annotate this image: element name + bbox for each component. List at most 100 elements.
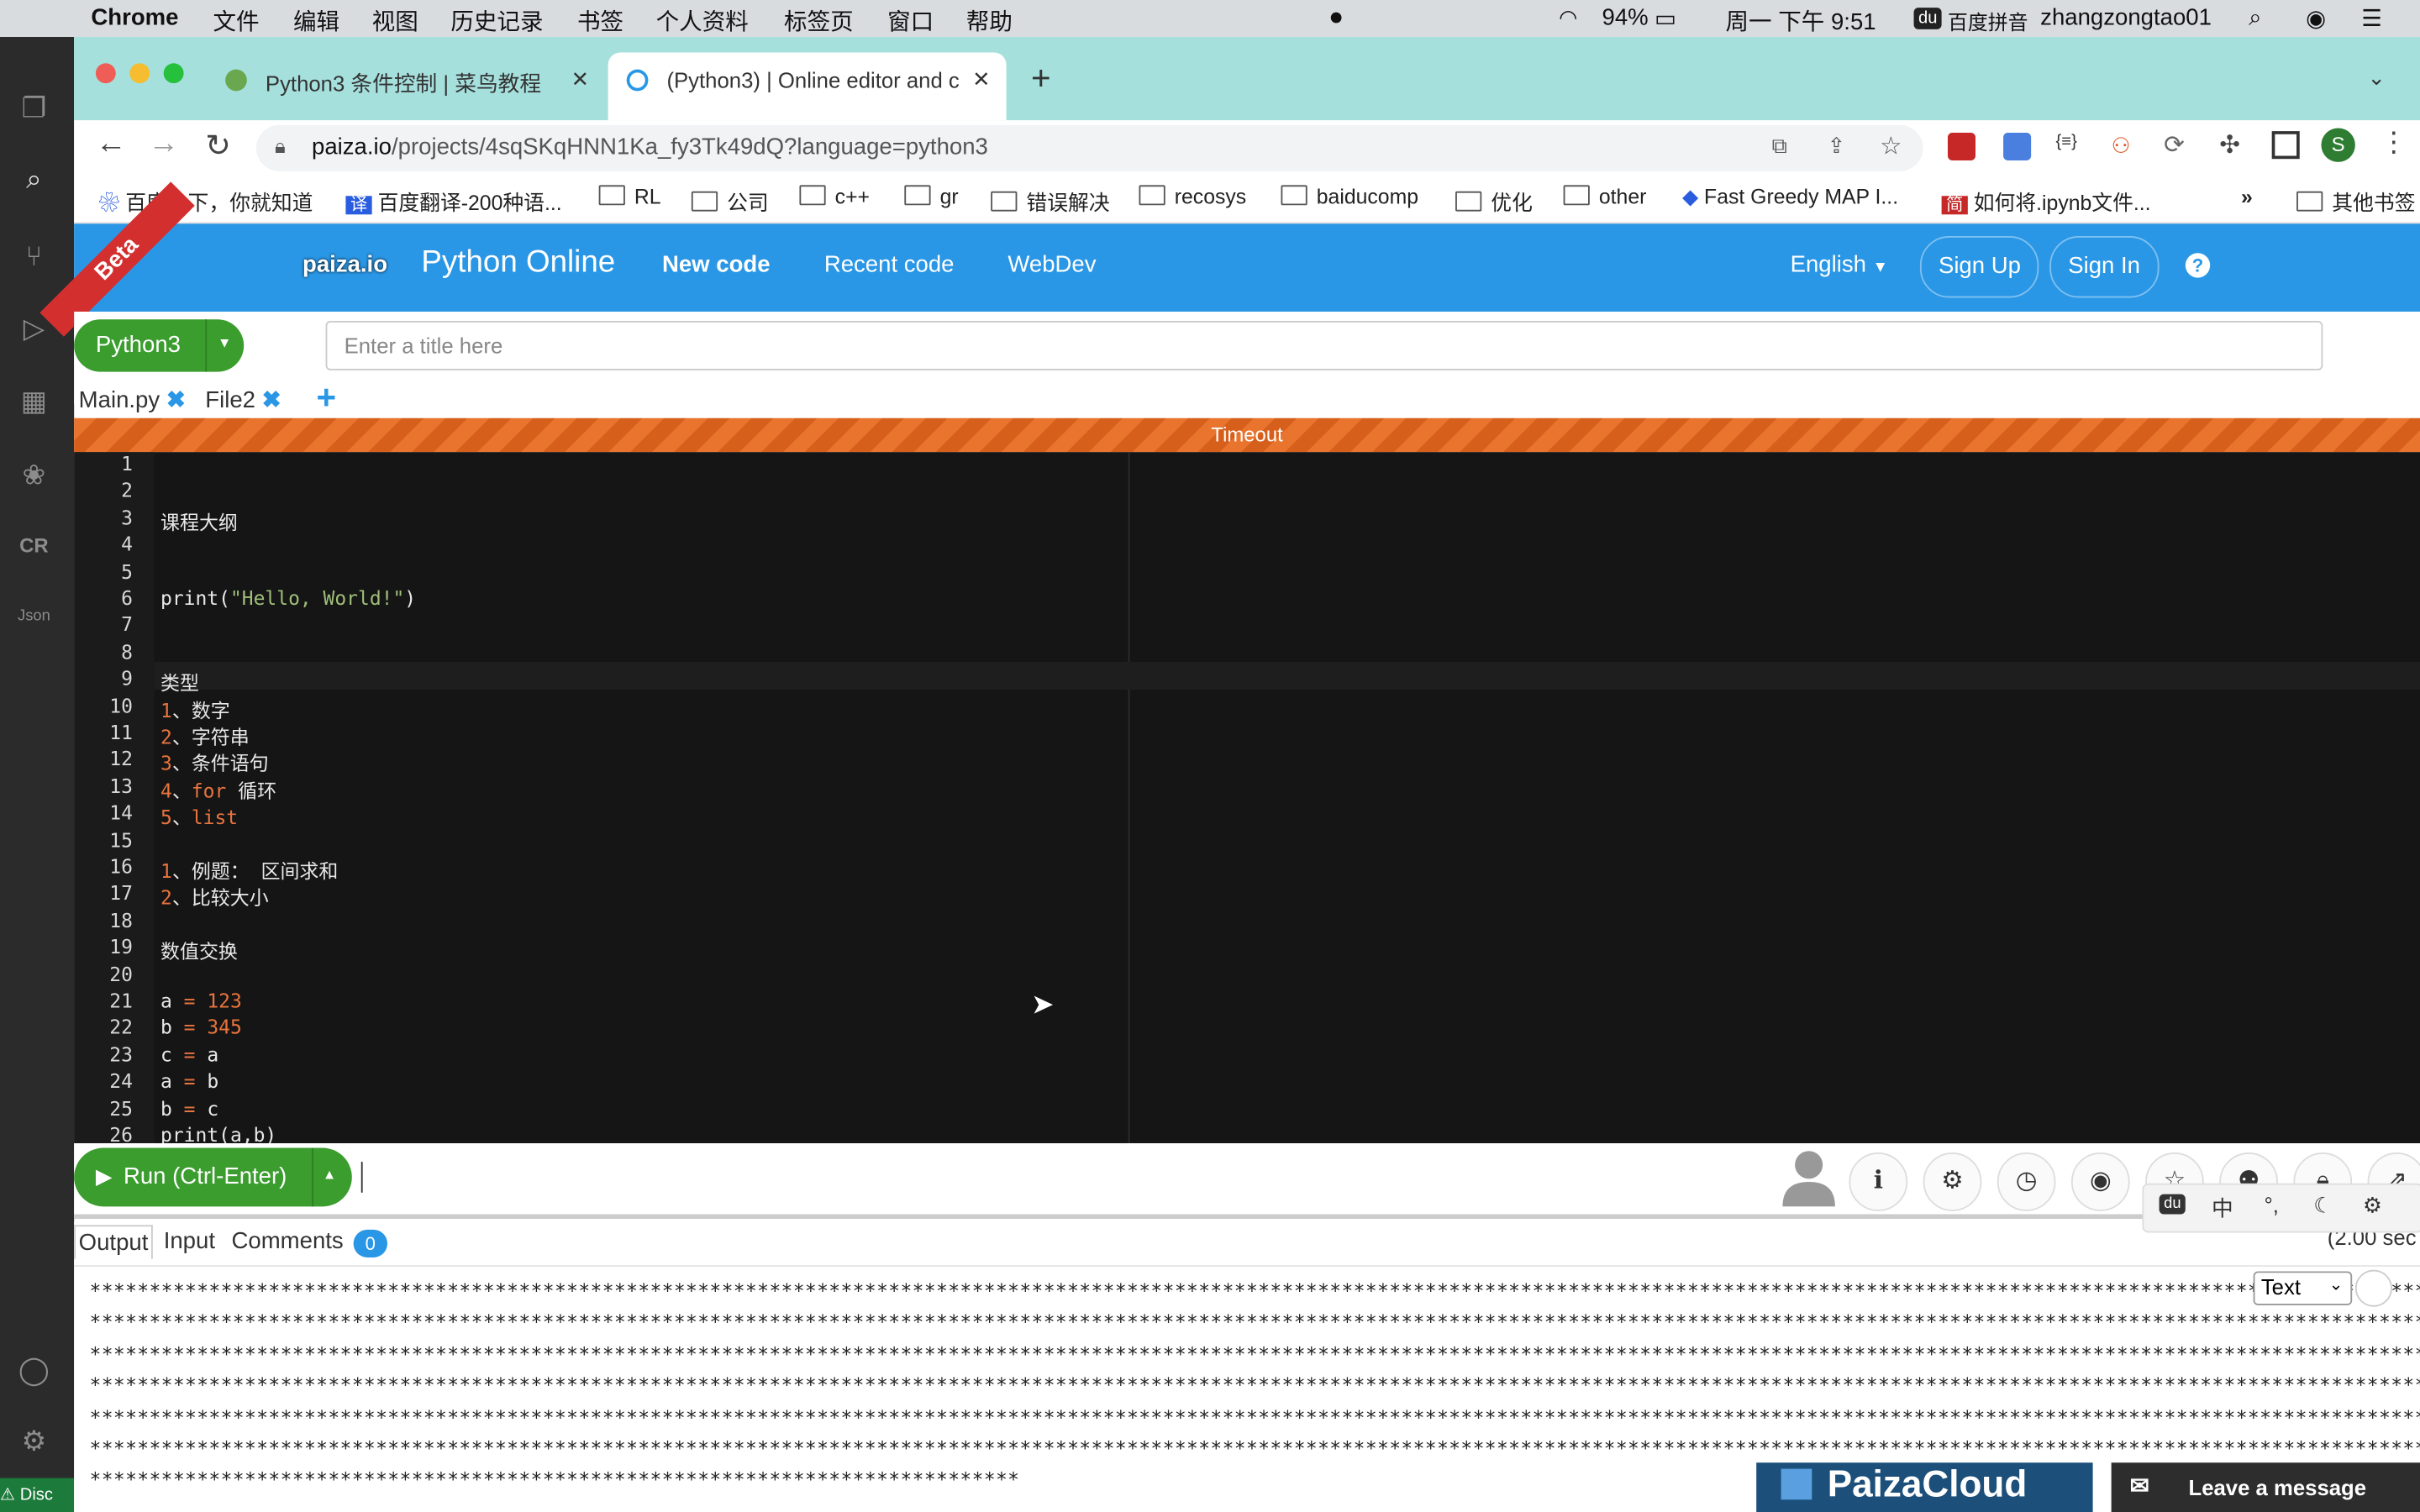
caret-up-icon[interactable]: ▲ bbox=[323, 1167, 336, 1182]
bookmark-baidu[interactable]: ❀ 百度一下，你就知道 bbox=[99, 185, 313, 216]
clock[interactable]: 周一 下午 9:51 bbox=[1725, 5, 1876, 38]
code-line[interactable]: c = a bbox=[160, 1042, 218, 1066]
wifi-icon[interactable]: ◠ bbox=[1559, 5, 1577, 31]
ime-punctuation-button[interactable]: °, bbox=[2264, 1193, 2278, 1217]
source-control-icon[interactable]: ⑂ bbox=[15, 238, 52, 275]
bookmark-folder-cpp[interactable]: c++ bbox=[799, 185, 870, 208]
cr-icon[interactable]: CR bbox=[15, 528, 52, 564]
user-avatar-icon[interactable] bbox=[1781, 1148, 1837, 1207]
maximize-window-button[interactable] bbox=[163, 63, 184, 84]
bookmark-ipynb[interactable]: 简 如何将.ipynb文件... bbox=[1941, 185, 2151, 216]
bookmark-folder-rl[interactable]: RL bbox=[598, 185, 661, 208]
puzzle-icon[interactable]: ✣ bbox=[2219, 129, 2240, 160]
tab-close-icon[interactable]: ✕ bbox=[571, 66, 590, 92]
tab-close-icon[interactable]: ✕ bbox=[972, 66, 991, 92]
translate-extension-icon[interactable] bbox=[2003, 132, 2032, 161]
menu-app-name[interactable]: Chrome bbox=[91, 5, 178, 31]
menu-history[interactable]: 历史记录 bbox=[450, 5, 543, 38]
bookmark-folder-other[interactable]: other bbox=[1563, 185, 1646, 208]
github-icon[interactable]: ◉ bbox=[2070, 1152, 2130, 1211]
code-line[interactable]: 2、比较大小 bbox=[160, 881, 269, 911]
bookmark-greedy-map[interactable]: ◆ Fast Greedy MAP I... bbox=[1682, 185, 1898, 209]
ime-settings-icon[interactable]: ⚙ bbox=[2363, 1193, 2382, 1219]
info-icon[interactable]: ℹ bbox=[1849, 1152, 1908, 1211]
extensions-icon[interactable]: ▦ bbox=[15, 383, 52, 420]
profile-avatar[interactable]: S bbox=[2321, 128, 2355, 162]
code-line[interactable]: 4、for 循环 bbox=[160, 774, 276, 804]
title-input[interactable]: Enter a title here bbox=[325, 321, 2323, 370]
language-dropdown[interactable]: English ▼ bbox=[1791, 251, 1888, 277]
tab-runoob[interactable]: Python3 条件控制 | 菜鸟教程 ✕ bbox=[203, 52, 608, 120]
close-file-icon[interactable]: ✖ bbox=[166, 387, 186, 413]
settings-icon[interactable]: ⚙ bbox=[1923, 1152, 1982, 1211]
menu-window[interactable]: 窗口 bbox=[887, 5, 934, 38]
sign-up-button[interactable]: Sign Up bbox=[1919, 236, 2040, 298]
ime-mode-button[interactable]: 中 bbox=[2212, 1193, 2233, 1224]
sync-extension-icon[interactable]: ⟳ bbox=[2164, 129, 2185, 160]
account-icon[interactable]: ◯ bbox=[15, 1352, 52, 1389]
tab-paiza[interactable]: (Python3) | Online editor and c ✕ bbox=[608, 52, 1007, 121]
menu-view[interactable]: 视图 bbox=[372, 5, 418, 38]
ime-toolbar[interactable]: du 中 °, ☾ ⚙ bbox=[2142, 1183, 2420, 1233]
user-name[interactable]: zhangzongtao01 bbox=[2040, 5, 2212, 31]
lock-icon[interactable]: 🔒︎ bbox=[275, 134, 286, 159]
file-tab-file2[interactable]: File2 ✖ bbox=[205, 386, 281, 413]
menu-file[interactable]: 文件 bbox=[213, 5, 259, 38]
nav-recent-code[interactable]: Recent code bbox=[824, 251, 955, 277]
sidepanel-icon[interactable] bbox=[2271, 131, 2300, 160]
bookmark-star-icon[interactable]: ☆ bbox=[1880, 131, 1902, 162]
bookmark-folder-errors[interactable]: 错误解决 bbox=[991, 185, 1110, 216]
paw-icon[interactable]: ❀ bbox=[15, 457, 52, 494]
caret-down-icon[interactable]: ▼ bbox=[218, 335, 231, 350]
history-clock-icon[interactable]: ◷ bbox=[1996, 1152, 2056, 1211]
search-icon[interactable]: ⌕ bbox=[15, 160, 52, 197]
add-file-button[interactable]: + bbox=[317, 378, 337, 418]
bookmark-folder-baiducomp[interactable]: baiducomp bbox=[1281, 185, 1418, 208]
language-button[interactable]: Python3 ▼ bbox=[74, 319, 245, 372]
bookmarks-overflow-button[interactable]: » bbox=[2241, 185, 2253, 208]
share-icon[interactable]: ⇪ bbox=[1828, 133, 1846, 159]
omnibox[interactable]: 🔒︎ paiza.io/projects/4sqSKqHNN1Ka_fy3Tk4… bbox=[255, 124, 1923, 171]
json-icon[interactable]: Json bbox=[15, 599, 52, 636]
baidu-ime-icon[interactable]: du bbox=[1913, 8, 1943, 29]
siri-icon[interactable]: ◉ bbox=[2306, 5, 2326, 32]
menu-tabs[interactable]: 标签页 bbox=[784, 5, 854, 38]
code-line[interactable]: a = b bbox=[160, 1069, 218, 1093]
code-line[interactable]: print("Hello, World!") bbox=[160, 586, 416, 610]
settings-gear-icon[interactable]: ⚙ bbox=[15, 1422, 52, 1459]
close-window-button[interactable] bbox=[95, 63, 116, 84]
code-line[interactable]: 1、例题： 区间求和 bbox=[160, 855, 338, 885]
tab-input[interactable]: Input bbox=[164, 1228, 215, 1254]
output-format-select[interactable]: Text ⌄ bbox=[2253, 1271, 2353, 1305]
record-icon[interactable]: ⏺ bbox=[1330, 5, 1342, 31]
bookmark-folder-company[interactable]: 公司 bbox=[691, 185, 769, 216]
paiza-logo[interactable]: paiza.io bbox=[302, 251, 387, 277]
url-text[interactable]: paiza.io/projects/4sqSKqHNN1Ka_fy3Tk49dQ… bbox=[312, 134, 988, 160]
menu-edit[interactable]: 编辑 bbox=[293, 5, 339, 38]
code-line[interactable]: a = 123 bbox=[160, 989, 242, 1012]
code-line[interactable]: 5、list bbox=[160, 801, 238, 831]
bookmark-folder-recosys[interactable]: recosys bbox=[1139, 185, 1246, 208]
spotlight-icon[interactable]: ⌕ bbox=[2249, 5, 2261, 31]
code-line[interactable]: 数值交换 bbox=[160, 935, 238, 964]
pdf-extension-icon[interactable] bbox=[1947, 132, 1976, 161]
bookmark-fanyi[interactable]: 译 百度翻译-200种语... bbox=[345, 185, 562, 216]
ime-logo-icon[interactable]: du bbox=[2159, 1194, 2186, 1215]
fullscreen-icon[interactable] bbox=[2354, 1269, 2392, 1307]
code-line[interactable]: 2、字符串 bbox=[160, 721, 250, 750]
code-line[interactable]: 课程大纲 bbox=[160, 506, 238, 535]
files-icon[interactable]: ❐ bbox=[15, 90, 52, 127]
mindmap-extension-icon[interactable]: ⚇ bbox=[2112, 133, 2131, 159]
code-line[interactable]: 1、数字 bbox=[160, 694, 230, 723]
leave-message-button[interactable]: ✉ Leave a message bbox=[2111, 1462, 2420, 1512]
control-center-icon[interactable]: ☰ bbox=[2361, 5, 2382, 32]
menu-bookmarks[interactable]: 书签 bbox=[577, 5, 623, 38]
tab-output[interactable]: Output bbox=[74, 1225, 153, 1259]
menu-profile[interactable]: 个人资料 bbox=[656, 5, 749, 38]
nav-new-code[interactable]: New code bbox=[662, 251, 771, 277]
code-line[interactable]: print(a,b) bbox=[160, 1123, 276, 1143]
run-button[interactable]: ▶ Run (Ctrl-Enter) ▲ bbox=[74, 1147, 352, 1207]
paizacloud-banner[interactable]: PaizaCloud bbox=[1756, 1462, 2093, 1512]
bookmark-folder-gr[interactable]: gr bbox=[904, 185, 959, 208]
new-tab-icon[interactable]: + bbox=[1031, 59, 1051, 99]
